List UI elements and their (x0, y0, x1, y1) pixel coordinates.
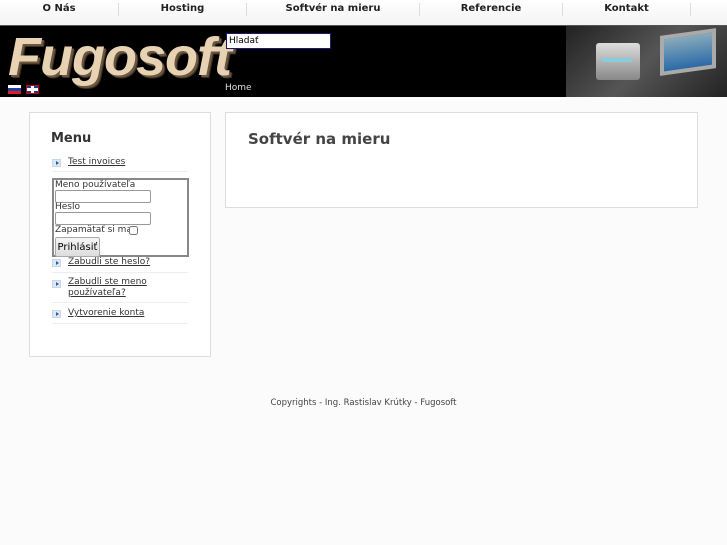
nav-o-nas[interactable]: O Nás (0, 0, 118, 17)
link-test-invoices[interactable]: Test invoices (68, 157, 125, 168)
laptop-image (660, 28, 716, 76)
link-create-account[interactable]: Vytvorenie konta (68, 308, 144, 319)
arrow-icon (52, 259, 61, 267)
divider (52, 272, 188, 273)
divider (52, 302, 188, 303)
flag-slovak-icon[interactable] (8, 85, 21, 94)
login-button[interactable]: Prihlásiť (55, 237, 100, 257)
divider (52, 171, 188, 172)
remember-label: Zapamätať si ma (55, 225, 132, 235)
arrow-icon (52, 280, 61, 288)
page-title: Softvér na mieru (248, 130, 391, 148)
footer-copyright: Copyrights - Ing. Rastislav Krútky - Fug… (270, 398, 457, 408)
remember-checkbox[interactable] (129, 226, 138, 235)
divider (52, 323, 188, 324)
nav-hosting[interactable]: Hosting (119, 0, 246, 17)
logo[interactable]: Fugosoft (8, 26, 232, 88)
flag-english-icon[interactable] (26, 85, 39, 94)
link-forgot-password[interactable]: Zabudli ste heslo? (68, 257, 150, 268)
username-label: Meno používateľa (55, 180, 136, 190)
nav-divider (690, 3, 691, 16)
content-panel: Softvér na mieru (225, 112, 698, 208)
nav-softver[interactable]: Softvér na mieru (247, 0, 419, 17)
device-image (596, 43, 640, 80)
password-label: Heslo (55, 202, 81, 212)
link-forgot-username[interactable]: Zabudli ste meno používateľa? (68, 277, 158, 299)
breadcrumb-home[interactable]: Home (225, 83, 252, 93)
login-form: Meno používateľa Heslo Zapamätať si ma P… (52, 178, 189, 257)
arrow-icon (52, 159, 61, 167)
search-input[interactable] (226, 33, 331, 49)
menu-title: Menu (51, 131, 92, 146)
arrow-icon (52, 310, 61, 318)
password-input[interactable] (55, 212, 151, 225)
sidebar-menu: Menu Test invoices Meno používateľa Hesl… (29, 112, 211, 357)
top-nav: O Nás Hosting Softvér na mieru Referenci… (0, 0, 727, 25)
nav-referencie[interactable]: Referencie (420, 0, 562, 17)
nav-kontakt[interactable]: Kontakt (563, 0, 690, 17)
